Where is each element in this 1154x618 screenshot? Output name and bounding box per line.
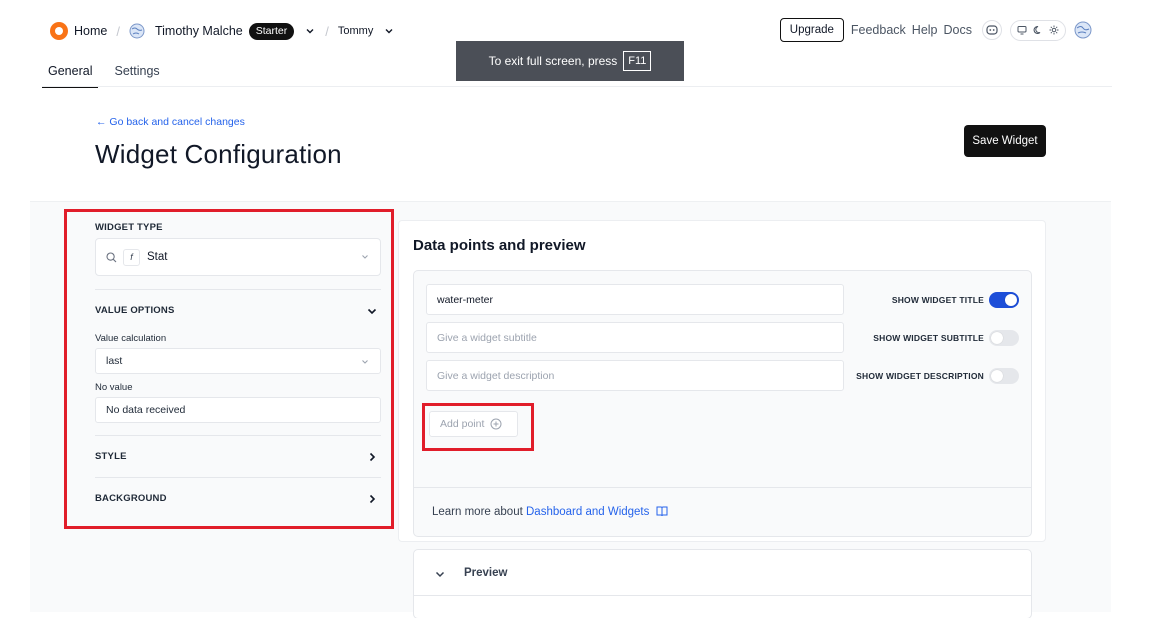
chevron-down-icon (362, 255, 368, 259)
chevron-down-icon[interactable] (304, 25, 316, 37)
breadcrumb-workspace[interactable]: Tommy (338, 25, 373, 37)
divider (413, 595, 1032, 596)
show-description-label: SHOW WIDGET DESCRIPTION (856, 371, 984, 381)
value-options-label[interactable]: VALUE OPTIONS (95, 305, 175, 316)
fullscreen-key: F11 (623, 51, 652, 71)
toggle-knob (991, 370, 1003, 382)
theme-switcher (1010, 19, 1066, 41)
learn-more-prefix: Learn more about (432, 506, 523, 518)
globe-icon (129, 23, 145, 39)
breadcrumb-separator: / (325, 23, 329, 39)
breadcrumb-separator: / (116, 23, 120, 39)
chevron-down-icon[interactable] (366, 305, 378, 317)
discord-icon[interactable] (982, 20, 1002, 40)
widget-type-select[interactable]: f Stat (95, 238, 381, 276)
discord-glyph (986, 25, 998, 35)
widget-subtitle-input[interactable]: Give a widget subtitle (426, 322, 844, 353)
page-title: Widget Configuration (95, 139, 342, 169)
function-icon: f (123, 248, 140, 266)
chevron-right-icon[interactable] (366, 493, 378, 505)
show-description-toggle[interactable] (989, 368, 1019, 384)
widget-subtitle-placeholder: Give a widget subtitle (437, 331, 537, 344)
chevron-right-icon[interactable] (366, 451, 378, 463)
widget-description-placeholder: Give a widget description (437, 369, 555, 382)
breadcrumb: Home / Timothy Malche Starter / Tommy (50, 20, 395, 42)
chevron-down-icon[interactable] (383, 25, 395, 37)
style-label[interactable]: STYLE (95, 451, 127, 462)
no-value-input[interactable]: No data received (95, 397, 381, 423)
breadcrumb-home[interactable]: Home (74, 24, 107, 38)
toggle-knob (991, 332, 1003, 344)
preview-toggle[interactable]: Preview (464, 567, 507, 579)
chevron-down-icon (362, 360, 368, 364)
widget-type-label: WIDGET TYPE (95, 222, 163, 233)
show-title-toggle[interactable] (989, 292, 1019, 308)
chevron-down-icon[interactable] (434, 568, 446, 580)
widget-description-input[interactable]: Give a widget description (426, 360, 844, 391)
account-globe-icon[interactable] (1074, 21, 1092, 39)
tab-bar: General Settings (42, 62, 176, 88)
learn-more-text: Learn more about Dashboard and Widgets (432, 505, 668, 518)
header-divider (42, 86, 1112, 87)
no-value-text: No data received (106, 404, 186, 416)
background-label[interactable]: BACKGROUND (95, 493, 167, 504)
add-point-button[interactable]: Add point (429, 411, 518, 437)
fullscreen-notice: To exit full screen, press F11 (456, 41, 684, 81)
divider (95, 477, 381, 478)
widget-title-value: water-meter (437, 293, 494, 306)
widget-type-value: Stat (147, 251, 168, 263)
toggle-knob (1005, 294, 1017, 306)
plan-badge: Starter (248, 22, 295, 40)
breadcrumb-account[interactable]: Timothy Malche (155, 24, 243, 38)
show-title-label: SHOW WIDGET TITLE (891, 295, 984, 305)
value-calculation-value: last (106, 355, 123, 367)
tab-settings[interactable]: Settings (108, 62, 165, 88)
help-link[interactable]: Help (912, 23, 938, 37)
plus-circle-icon (490, 418, 502, 430)
preview-section (413, 549, 1032, 618)
show-subtitle-label: SHOW WIDGET SUBTITLE (873, 333, 984, 343)
data-points-title: Data points and preview (413, 237, 586, 254)
value-calculation-select[interactable]: last (95, 348, 381, 374)
divider (95, 289, 381, 290)
add-point-label: Add point (440, 418, 485, 430)
fullscreen-notice-text: To exit full screen, press (488, 54, 618, 68)
book-icon (656, 506, 668, 517)
tab-general[interactable]: General (42, 62, 99, 88)
monitor-icon[interactable] (1014, 22, 1030, 39)
docs-link[interactable]: Docs (944, 23, 972, 37)
top-right-nav: Upgrade Feedback Help Docs (779, 18, 1092, 42)
search-icon (106, 251, 117, 262)
logo-icon[interactable] (50, 22, 68, 40)
upgrade-button[interactable]: Upgrade (779, 18, 844, 42)
value-calculation-label: Value calculation (95, 333, 167, 344)
no-value-label: No value (95, 382, 133, 393)
divider (95, 435, 381, 436)
save-widget-button[interactable]: Save Widget (964, 125, 1046, 157)
dashboard-widgets-link[interactable]: Dashboard and Widgets (526, 506, 649, 518)
show-subtitle-toggle[interactable] (989, 330, 1019, 346)
widget-title-input[interactable]: water-meter (426, 284, 844, 315)
divider (413, 487, 1032, 488)
feedback-link[interactable]: Feedback (851, 23, 906, 37)
sun-icon[interactable] (1046, 22, 1062, 39)
moon-icon[interactable] (1030, 22, 1046, 39)
back-cancel-link[interactable]: ← Go back and cancel changes (96, 116, 245, 128)
